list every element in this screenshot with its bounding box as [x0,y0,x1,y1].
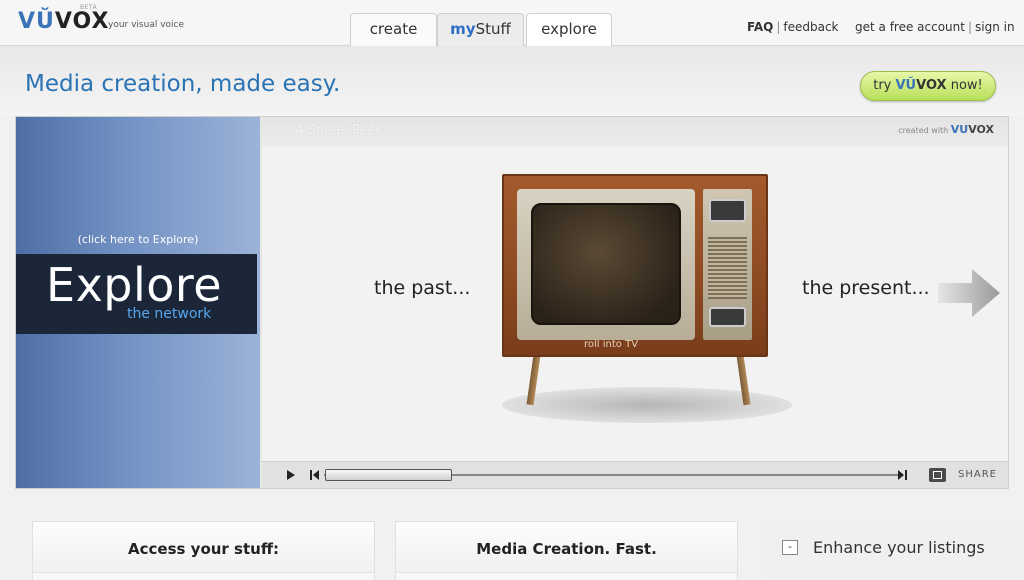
faq-link[interactable]: FAQ [747,20,773,34]
showcase-widget: (click here to Explore) Explore the netw… [15,116,1009,489]
player-controls: SHARE [262,461,1008,488]
skip-to-start-icon[interactable] [310,470,320,480]
tv-speaker-grille [708,237,747,299]
timeline-scrubber[interactable] [325,469,452,481]
logo-rest: VOX [54,9,110,34]
skip-to-end-icon[interactable] [898,470,908,480]
explore-title: Explore [46,258,223,312]
next-arrow-icon[interactable] [938,267,1002,319]
media-player: A Sneak Peek... created with VUVOX the p… [262,117,1008,488]
collapse-toggle[interactable]: - [782,540,798,555]
cta-prefix: try [873,78,892,93]
tagline: your visual voice [108,20,185,30]
top-header: VŬVOX BETA your visual voice create mySt… [0,0,1024,47]
caption-past: the past... [374,277,471,299]
tv-control-panel [703,189,752,340]
enhance-listings-panel: - Enhance your listings [765,521,1024,580]
hero-banner: Media creation, made easy. try VŬVOX now… [0,46,1024,116]
vintage-tv-image: roll into TV [502,174,768,357]
caption-present: the present... [802,277,930,299]
tab-mystuff[interactable]: myStuff [437,13,524,47]
player-titlebar: A Sneak Peek... created with VUVOX [262,117,1008,147]
share-button[interactable]: SHARE [958,469,997,480]
created-with-text: created with [898,126,949,135]
try-vuvox-button[interactable]: try VŬVOX now! [860,71,996,101]
cta-suffix: now! [950,78,983,93]
tab-create[interactable]: create [350,13,437,47]
tv-knob-icon [709,199,746,222]
access-card-title: Access your stuff: [128,540,279,558]
feedback-link[interactable]: feedback [783,20,838,34]
account-links: get a free account | sign in [855,20,1015,34]
tv-caption: roll into TV [584,339,639,350]
sign-in-link[interactable]: sign in [975,20,1015,34]
tab-mystuff-prefix: my [450,20,476,38]
get-free-account-link[interactable]: get a free account [855,20,965,34]
fullscreen-icon[interactable] [929,468,946,482]
credit-brand-accent: VU [950,123,969,136]
enhance-listings-title: Enhance your listings [813,538,985,557]
media-card-title: Media Creation. Fast. [476,540,657,558]
cta-brand-rest: VOX [916,78,947,93]
explore-network-panel[interactable]: (click here to Explore) Explore the netw… [16,117,260,488]
cta-brand-accent: VŬ [895,78,917,93]
tab-explore[interactable]: explore [526,13,612,47]
access-stuff-card: Access your stuff: [32,521,375,580]
tab-explore-label: explore [541,20,597,38]
explore-title-box: Explore the network [16,254,257,334]
media-creation-card: Media Creation. Fast. [395,521,738,580]
created-with-credit[interactable]: created with VUVOX [898,123,994,136]
page-headline: Media creation, made easy. [25,71,341,97]
tv-screen [531,203,681,325]
tv-knob-icon [709,307,746,327]
tab-create-label: create [369,20,418,38]
credit-brand-rest: VOX [968,123,994,136]
explore-subtitle: the network [127,306,212,322]
card-divider [33,572,374,580]
explore-hint: (click here to Explore) [77,233,199,246]
logo-accent: VŬ [18,9,55,34]
tab-mystuff-label: Stuff [475,20,511,38]
help-links: FAQ | feedback [747,20,839,34]
card-divider [396,572,737,580]
beta-badge: BETA [80,4,98,11]
play-icon[interactable] [287,470,295,480]
vuvox-logo[interactable]: VŬVOX [18,9,109,34]
player-title: A Sneak Peek... [295,123,396,138]
tv-bezel [517,189,695,340]
